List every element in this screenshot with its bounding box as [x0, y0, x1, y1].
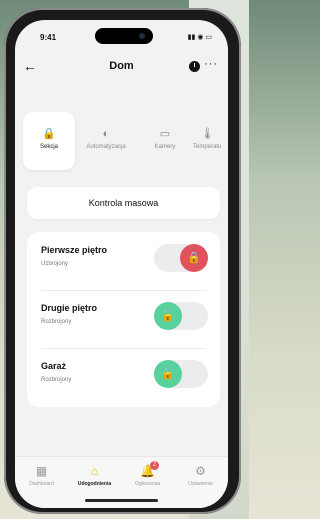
nav-udogodnienia[interactable]: ⌂ Udogodnienia [68, 463, 121, 487]
mass-control-button[interactable]: Kontrola masowa [27, 187, 220, 219]
status-time: 9:41 [40, 33, 57, 42]
status-icons: ▮▮ ◉ ▭ [187, 34, 212, 41]
tab-bar: 🔒 Sekcja ◐ Automatyzacja ▭ Kamery 🌡 Temp… [15, 112, 228, 172]
tab-label: Kamery [154, 144, 176, 150]
tab-kamery[interactable]: ▭ Kamery [139, 112, 191, 170]
bottom-navigation: ▦ Dashboard ⌂ Udogodnienia 🔔 2 Ogłoszeni… [15, 456, 228, 508]
tab-sekcja[interactable]: 🔒 Sekcja [23, 112, 75, 170]
gear-icon: ⚙ [195, 464, 206, 478]
clock-icon[interactable] [189, 61, 200, 72]
nav-ustawienia[interactable]: ⚙ Ustawienia [174, 463, 227, 487]
nav-label: Ogłoszenia [134, 481, 160, 487]
home-icon: ⌂ [90, 464, 99, 478]
phone-frame: 9:41 ▮▮ ◉ ▭ ← Dom ··· 🔒 Sekcja ◐ Automat… [4, 8, 241, 514]
lock-icon: 🔒 [180, 244, 208, 272]
phone-screen: 9:41 ▮▮ ◉ ▭ ← Dom ··· 🔒 Sekcja ◐ Automat… [15, 20, 228, 508]
section-status: Rozbrojony [41, 319, 72, 325]
more-options-icon[interactable]: ··· [204, 58, 218, 70]
unlock-icon: 🔓 [154, 302, 182, 330]
lock-icon: 🔒 [42, 128, 56, 140]
section-row-garaz: Garaż Rozbrojony 🔓 [27, 348, 220, 406]
bell-icon: 🔔 [140, 464, 155, 478]
dynamic-island [95, 28, 153, 44]
toggle-icon: ◐ [102, 128, 110, 140]
section-status: Rozbrojony [41, 377, 72, 383]
home-indicator[interactable] [85, 499, 158, 502]
camera-icon: ▭ [159, 128, 171, 140]
unlock-icon: 🔓 [154, 360, 182, 388]
arm-toggle[interactable]: 🔓 [154, 360, 208, 388]
tab-label: Automatyzacja [86, 144, 126, 150]
arm-toggle[interactable]: 🔓 [154, 302, 208, 330]
camera-dot [139, 33, 145, 39]
section-row-drugie-pietro: Drugie piętro Rozbrojony 🔓 [27, 290, 220, 348]
nav-label: Dashboard [29, 481, 54, 487]
notification-badge: 2 [150, 461, 159, 470]
status-bar: 9:41 ▮▮ ◉ ▭ [15, 20, 228, 50]
arm-toggle[interactable]: 🔒 [154, 244, 208, 272]
tab-temperatura[interactable]: 🌡 Temperatu [187, 112, 228, 170]
tab-label: Sekcja [39, 144, 58, 150]
sections-list: Pierwsze piętro Uzbrojony 🔒 Drugie piętr… [27, 232, 220, 407]
nav-ogloszenia[interactable]: 🔔 2 Ogłoszenia [121, 461, 174, 487]
section-name: Drugie piętro [41, 303, 98, 313]
section-name: Pierwsze piętro [41, 245, 108, 255]
grid-icon: ▦ [35, 464, 48, 478]
tab-label: Temperatu [193, 144, 222, 150]
section-name: Garaż [41, 361, 67, 371]
section-row-pierwsze-pietro: Pierwsze piętro Uzbrojony 🔒 [27, 232, 220, 290]
tab-automatyzacja[interactable]: ◐ Automatyzacja [77, 112, 135, 170]
nav-label: Ustawienia [188, 481, 213, 487]
top-bar: ← Dom ··· [15, 52, 228, 82]
section-status: Uzbrojony [41, 261, 69, 267]
thermometer-icon: 🌡 [200, 128, 215, 140]
nav-label: Udogodnienia [77, 481, 112, 487]
nav-dashboard[interactable]: ▦ Dashboard [15, 463, 68, 487]
